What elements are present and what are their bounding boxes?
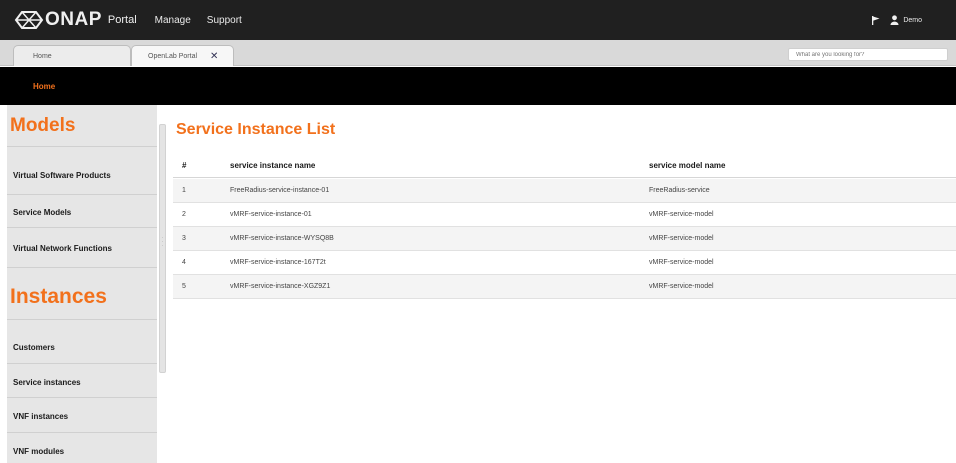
models-heading: Models <box>10 115 76 136</box>
sidebar-item-vnf-modules[interactable]: VNF modules <box>13 447 64 456</box>
sidebar-item-virtual-software-products[interactable]: Virtual Software Products <box>13 171 111 180</box>
divider <box>7 397 157 398</box>
model-name: vMRF-service-model <box>649 283 714 290</box>
tab-home[interactable]: Home <box>13 45 131 66</box>
row-number: 5 <box>182 283 186 290</box>
divider <box>7 227 157 228</box>
close-icon[interactable]: ✕ <box>210 51 218 62</box>
home-link[interactable]: Home <box>33 82 55 91</box>
row-number: 4 <box>182 259 186 266</box>
nav-support[interactable]: Support <box>207 15 242 26</box>
sidebar-item-vnf-instances[interactable]: VNF instances <box>13 412 68 421</box>
table-row[interactable]: 2 vMRF-service-instance-01 vMRF-service-… <box>173 203 956 227</box>
sidebar-item-customers[interactable]: Customers <box>13 343 55 352</box>
sidebar-item-service-instances[interactable]: Service instances <box>13 378 81 387</box>
column-header-number[interactable]: # <box>182 161 186 170</box>
table-row[interactable]: 3 vMRF-service-instance-WYSQ8B vMRF-serv… <box>173 227 956 251</box>
divider <box>7 267 157 268</box>
instance-name: vMRF-service-instance-01 <box>230 211 312 218</box>
sidebar: Models Virtual Software Products Service… <box>7 105 157 463</box>
column-header-model-name[interactable]: service model name <box>649 161 725 170</box>
instance-name: vMRF-service-instance-XGZ9Z1 <box>230 283 331 290</box>
user-name[interactable]: Demo <box>903 17 922 24</box>
model-name: FreeRadius-service <box>649 187 710 194</box>
divider <box>7 432 157 433</box>
divider <box>7 194 157 195</box>
row-number: 3 <box>182 235 186 242</box>
column-header-instance-name[interactable]: service instance name <box>230 161 315 170</box>
instance-name: vMRF-service-instance-167T2t <box>230 259 326 266</box>
model-name: vMRF-service-model <box>649 259 714 266</box>
table-row[interactable]: 1 FreeRadius-service-instance-01 FreeRad… <box>173 179 956 203</box>
logo-text: ONAP <box>45 9 102 30</box>
instances-heading: Instances <box>10 285 107 308</box>
table-header: # service instance name service model na… <box>173 152 956 178</box>
home-bar: Home <box>0 67 956 105</box>
divider <box>7 319 157 320</box>
model-name: vMRF-service-model <box>649 235 714 242</box>
sidebar-item-service-models[interactable]: Service Models <box>13 208 71 217</box>
table-row[interactable]: 4 vMRF-service-instance-167T2t vMRF-serv… <box>173 251 956 275</box>
instance-name: vMRF-service-instance-WYSQ8B <box>230 235 334 242</box>
divider <box>7 363 157 364</box>
onap-logo[interactable]: ONAP Portal <box>14 0 137 40</box>
user-icon[interactable] <box>890 15 899 25</box>
top-header: ONAP Portal Manage Support Demo <box>0 0 956 40</box>
row-number: 2 <box>182 211 186 218</box>
nav-manage[interactable]: Manage <box>155 15 191 26</box>
search-input[interactable] <box>788 48 948 61</box>
header-actions: Demo <box>871 0 922 40</box>
model-name: vMRF-service-model <box>649 211 714 218</box>
flag-icon[interactable] <box>871 15 880 25</box>
grip-icon[interactable]: · · · <box>159 236 166 249</box>
sidebar-item-virtual-network-functions[interactable]: Virtual Network Functions <box>13 244 112 253</box>
logo-subtitle: Portal <box>107 14 137 26</box>
row-number: 1 <box>182 187 186 194</box>
top-nav: Manage Support <box>155 15 258 26</box>
tab-openlab-label: OpenLab Portal <box>148 52 198 60</box>
onap-logo-icon <box>14 11 44 29</box>
table-row[interactable]: 5 vMRF-service-instance-XGZ9Z1 vMRF-serv… <box>173 275 956 299</box>
tab-home-label: Home <box>33 52 52 60</box>
page-title: Service Instance List <box>176 121 336 138</box>
tab-openlab-portal[interactable]: OpenLab Portal ✕ <box>131 45 234 66</box>
instance-name: FreeRadius-service-instance-01 <box>230 187 330 194</box>
divider <box>7 146 157 147</box>
